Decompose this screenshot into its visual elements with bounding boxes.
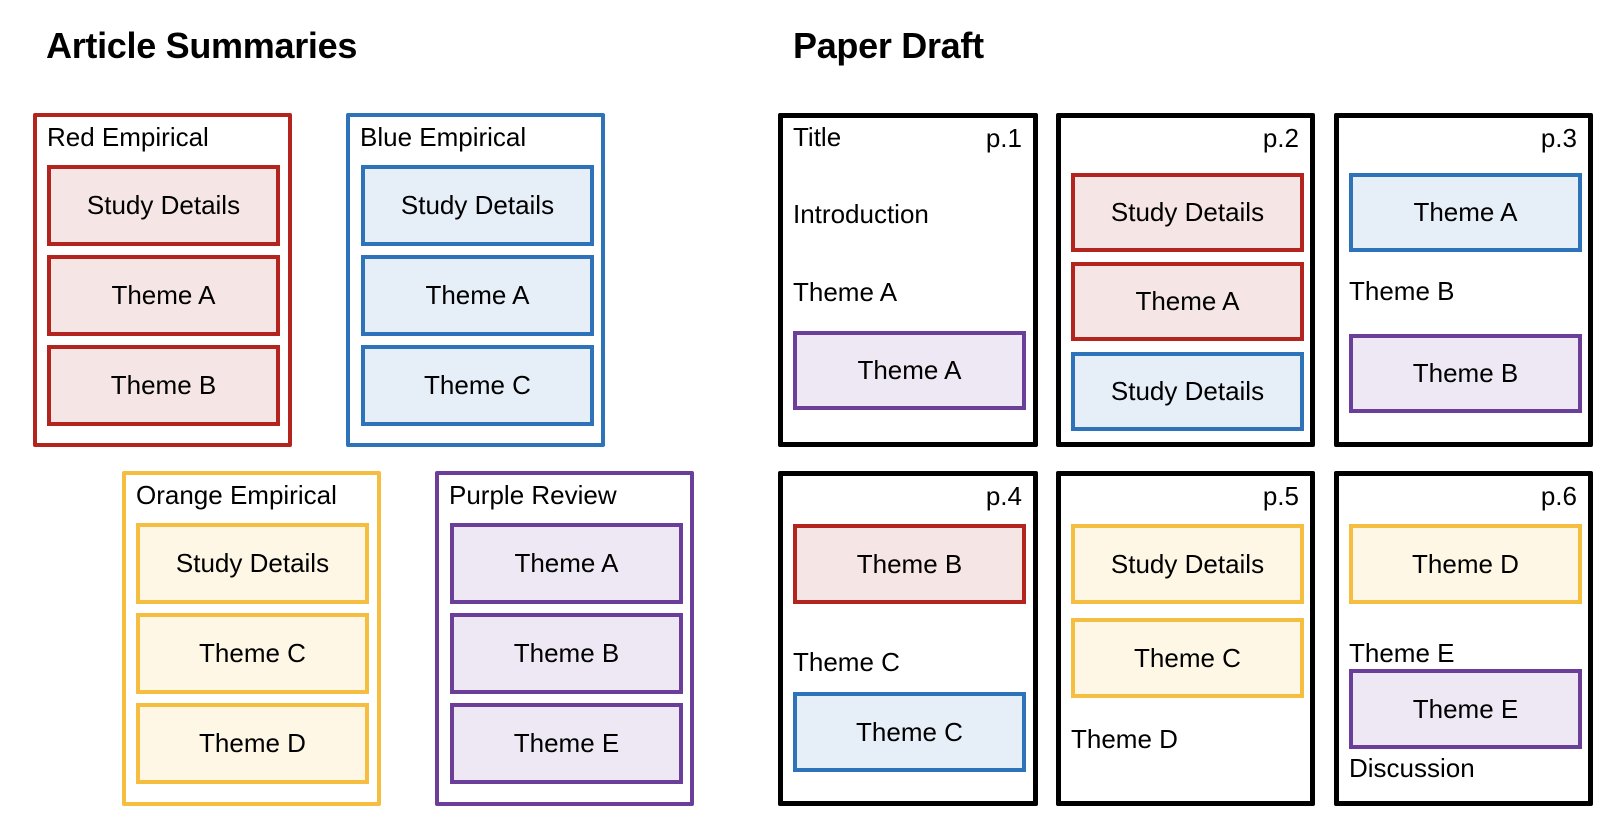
section-discussion-label: Discussion	[1349, 753, 1475, 783]
summary-chip[interactable]: Theme A	[361, 255, 594, 336]
placed-chip[interactable]: Theme D	[1349, 524, 1582, 604]
page-number: p.5	[1262, 481, 1299, 511]
page-number: p.1	[985, 123, 1022, 153]
summary-chip[interactable]: Theme B	[450, 613, 683, 694]
draft-page-2[interactable]: p.2 Study Details Theme A Study Details	[1056, 113, 1315, 447]
draft-page-5[interactable]: p.5 Study Details Theme C Theme D	[1056, 471, 1315, 806]
article-card-orange-empirical[interactable]: Orange Empirical Study Details Theme C T…	[122, 471, 381, 806]
article-title: Red Empirical	[47, 122, 209, 152]
placed-chip[interactable]: Theme A	[1349, 173, 1582, 252]
section-theme-label: Theme A	[793, 277, 898, 307]
placed-chip[interactable]: Theme C	[1071, 618, 1304, 698]
page-number: p.4	[985, 481, 1022, 511]
placed-chip[interactable]: Study Details	[1071, 352, 1304, 431]
article-card-purple-review[interactable]: Purple Review Theme A Theme B Theme E	[435, 471, 694, 806]
section-theme-label: Theme B	[1349, 276, 1455, 306]
placed-chip[interactable]: Theme A	[793, 331, 1026, 410]
placed-chip[interactable]: Study Details	[1071, 173, 1304, 252]
article-title: Purple Review	[449, 480, 617, 510]
article-title: Blue Empirical	[360, 122, 527, 152]
paper-draft-heading: Paper Draft	[793, 25, 984, 66]
summary-chip[interactable]: Theme E	[450, 703, 683, 784]
summary-chip[interactable]: Study Details	[47, 165, 280, 246]
summary-chip[interactable]: Theme C	[136, 613, 369, 694]
article-card-red-empirical[interactable]: Red Empirical Study Details Theme A Them…	[33, 113, 292, 447]
article-card-blue-empirical[interactable]: Blue Empirical Study Details Theme A The…	[346, 113, 605, 447]
section-introduction-label: Introduction	[793, 199, 929, 229]
placed-chip[interactable]: Theme E	[1349, 669, 1582, 749]
page-number: p.6	[1540, 481, 1577, 511]
section-title-label: Title	[793, 122, 842, 152]
placed-chip[interactable]: Theme C	[793, 692, 1026, 772]
page-number: p.3	[1540, 123, 1577, 153]
section-theme-label: Theme D	[1071, 724, 1178, 754]
page-number: p.2	[1262, 123, 1299, 153]
summary-chip[interactable]: Theme A	[47, 255, 280, 336]
summary-chip[interactable]: Study Details	[136, 523, 369, 604]
summary-chip[interactable]: Theme A	[450, 523, 683, 604]
summary-chip[interactable]: Study Details	[361, 165, 594, 246]
section-theme-label: Theme E	[1349, 638, 1455, 668]
article-summaries-heading: Article Summaries	[46, 25, 358, 66]
article-title: Orange Empirical	[136, 480, 337, 510]
placed-chip[interactable]: Theme B	[1349, 334, 1582, 413]
draft-page-3[interactable]: p.3 Theme A Theme B Theme B	[1334, 113, 1593, 447]
placed-chip[interactable]: Study Details	[1071, 524, 1304, 604]
summary-chip[interactable]: Theme B	[47, 345, 280, 426]
summary-chip[interactable]: Theme D	[136, 703, 369, 784]
draft-page-4[interactable]: p.4 Theme B Theme C Theme C	[778, 471, 1038, 806]
placed-chip[interactable]: Theme B	[793, 524, 1026, 604]
placed-chip[interactable]: Theme A	[1071, 262, 1304, 341]
section-theme-label: Theme C	[793, 647, 900, 677]
draft-page-6[interactable]: p.6 Theme D Theme E Theme E Discussion	[1334, 471, 1593, 806]
summary-chip[interactable]: Theme C	[361, 345, 594, 426]
draft-page-1[interactable]: Title p.1 Introduction Theme A Theme A	[778, 113, 1038, 447]
